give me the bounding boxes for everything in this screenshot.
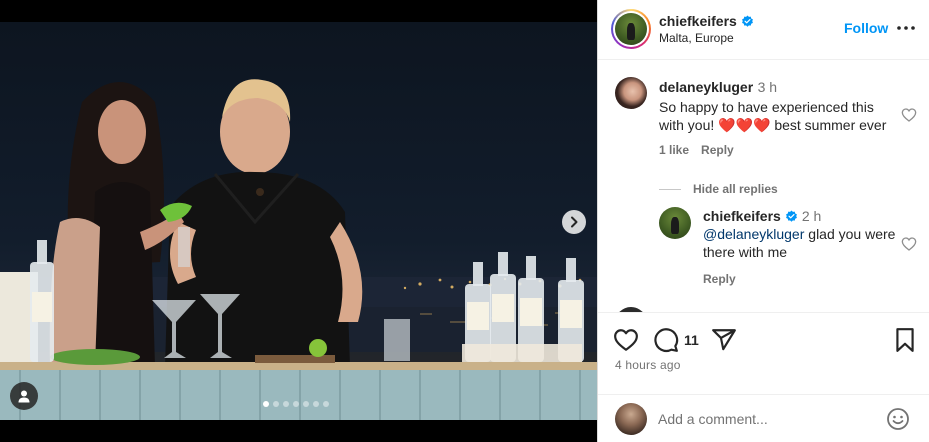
comment-like-count[interactable]: 1 like [659, 143, 689, 157]
post-media [0, 0, 597, 442]
toggle-replies-button[interactable]: Hide all replies [659, 182, 778, 196]
replies-divider [659, 188, 681, 190]
carousel-dot [283, 401, 289, 407]
post-actions: 11 4 hours ago [598, 312, 929, 394]
author-avatar[interactable] [611, 9, 651, 49]
verified-badge-icon [785, 210, 797, 222]
follow-button[interactable]: Follow [844, 20, 888, 36]
comment-reply-button[interactable]: Reply [701, 143, 734, 157]
carousel-next-button[interactable] [562, 210, 586, 234]
reply-reply-button[interactable]: Reply [703, 272, 736, 286]
comment-composer [598, 394, 929, 442]
comment-text: So happy to have experienced this with y… [659, 99, 887, 133]
comment-time[interactable]: 3 h [758, 79, 777, 95]
current-user-avatar[interactable] [615, 403, 647, 435]
reply-author-avatar[interactable] [659, 207, 691, 239]
post-location[interactable]: Malta, Europe [659, 31, 734, 45]
user-tag-icon [18, 390, 30, 403]
photo-illustration [0, 79, 597, 420]
commenter-avatar[interactable] [615, 77, 647, 109]
post-timestamp[interactable]: 4 hours ago [615, 358, 681, 372]
comment-username[interactable]: delaneykluger [659, 79, 753, 95]
carousel-dot [313, 401, 319, 407]
author-username[interactable]: chiefkeifers [659, 13, 754, 29]
comment-like-heart-icon[interactable] [901, 107, 917, 123]
comments-list[interactable]: delaneykluger 3 h So happy to have exper… [598, 60, 929, 312]
tagged-users-button[interactable] [10, 382, 38, 410]
comment-input[interactable] [658, 409, 868, 429]
carousel-dot [323, 401, 329, 407]
reply-time[interactable]: 2 h [802, 208, 821, 224]
emoji-smiley-icon[interactable] [886, 407, 910, 431]
comment-bubble-icon[interactable] [653, 327, 679, 353]
like-heart-icon[interactable] [613, 327, 639, 353]
post-details-pane: chiefkeifers Malta, Europe Follow delane… [597, 0, 929, 442]
more-dots-icon [897, 26, 915, 30]
reply-username[interactable]: chiefkeifers [703, 208, 781, 224]
carousel-dot [263, 401, 269, 407]
reply-text: @delaneykluger glad you were there with … [703, 226, 896, 260]
comment-item: delaneykluger 3 h So happy to have exper… [659, 79, 899, 157]
reply-like-heart-icon[interactable] [901, 236, 917, 252]
more-options-button[interactable] [896, 18, 916, 38]
carousel-indicator [263, 401, 329, 407]
reply-item: chiefkeifers 2 h @delaneykluger glad you… [703, 208, 899, 288]
carousel-dot [273, 401, 279, 407]
save-bookmark-icon[interactable] [892, 327, 918, 353]
share-send-icon[interactable] [711, 327, 737, 353]
verified-badge-icon [741, 15, 753, 27]
reply-mention-link[interactable]: @delaneykluger [703, 226, 804, 242]
chevron-right-icon [571, 216, 578, 228]
post-photo[interactable] [0, 22, 597, 420]
carousel-dot [293, 401, 299, 407]
post-header: chiefkeifers Malta, Europe Follow [598, 0, 929, 60]
comment-count[interactable]: 11 [684, 332, 699, 348]
carousel-dot [303, 401, 309, 407]
